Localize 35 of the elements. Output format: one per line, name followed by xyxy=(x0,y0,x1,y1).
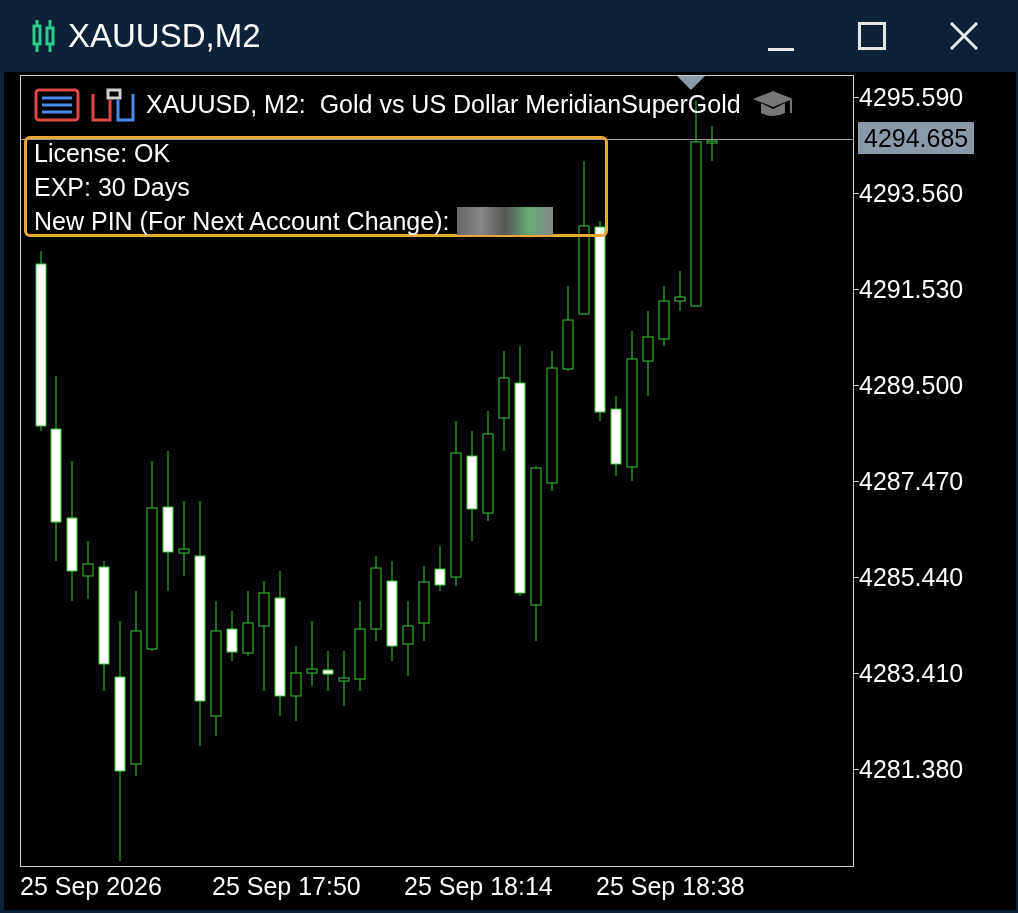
time-label: 25 Sep 18:14 xyxy=(404,871,553,901)
info-text: New PIN (For Next Account Change): xyxy=(34,205,450,237)
time-label: 25 Sep 2026 xyxy=(20,871,162,901)
close-icon[interactable] xyxy=(950,22,978,50)
maximize-icon[interactable] xyxy=(858,22,886,50)
candle xyxy=(306,620,318,687)
info-text: EXP: 30 Days xyxy=(34,171,191,203)
candle xyxy=(242,590,254,657)
candlestick-icon xyxy=(32,18,56,54)
price-label: 4291.530 xyxy=(859,274,964,304)
price-label: 4281.380 xyxy=(859,754,964,784)
candle xyxy=(658,285,670,347)
data-window-icon[interactable] xyxy=(90,87,136,122)
candle xyxy=(338,650,350,707)
candle xyxy=(226,610,238,662)
triangle-marker-icon xyxy=(677,76,705,90)
price-label: 4283.410 xyxy=(859,658,964,688)
price-label: 4289.500 xyxy=(859,370,964,400)
price-label: 4293.560 xyxy=(859,178,964,208)
current-price-label: 4294.685 xyxy=(858,122,975,154)
price-label: 4287.470 xyxy=(859,466,964,496)
price-label: 4295.590 xyxy=(859,82,964,112)
list-icon[interactable] xyxy=(34,87,80,122)
price-label: 4285.440 xyxy=(859,562,964,592)
chart-header: XAUUSD, M2: Gold vs US Dollar MeridianSuperGold xyxy=(146,89,741,120)
info-text: License: OK xyxy=(34,137,172,169)
candle xyxy=(674,270,686,312)
time-label: 25 Sep 18:38 xyxy=(596,871,745,901)
window-title: XAUUSD,M2 xyxy=(68,16,261,57)
minimize-icon[interactable] xyxy=(768,48,794,52)
candle xyxy=(322,650,334,692)
candle xyxy=(82,540,94,600)
candle xyxy=(706,125,718,162)
candle xyxy=(434,545,446,592)
time-label: 25 Sep 17:50 xyxy=(212,871,361,901)
